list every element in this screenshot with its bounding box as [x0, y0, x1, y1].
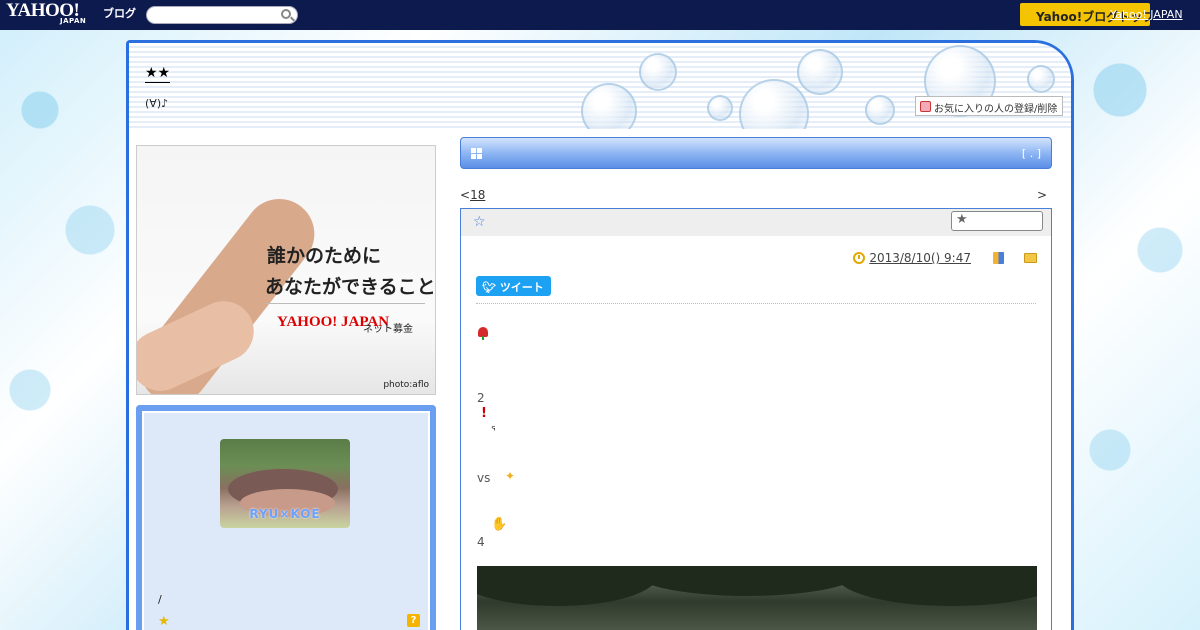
- dotted-divider: [476, 303, 1036, 304]
- charity-ad-banner[interactable]: 誰かのために あなたができること YAHOO! JAPAN ネット募金 phot…: [136, 145, 436, 395]
- article-date-link[interactable]: 2013/8/10() 9:47: [869, 251, 971, 265]
- ad-headline-2: あなたができること: [265, 276, 436, 298]
- blog-frame: ★★ (∀)♪ お気に入りの人の登録/削除 誰かのために あなたができること Y…: [126, 40, 1074, 630]
- swirl-icon: ᕐ: [491, 424, 496, 437]
- bird-icon: 🐦︎: [482, 281, 496, 294]
- next-article-link[interactable]: >: [1037, 188, 1047, 202]
- section-header-bar: [ . ]: [460, 137, 1052, 169]
- exclamation-icon: !: [481, 406, 487, 421]
- article-box: ☆ ★ 2013/8/10() 9:47 🐦︎ ツイート 2 ! ᕐ vs ✦ …: [460, 208, 1052, 630]
- folder-icon[interactable]: [1024, 253, 1037, 263]
- ad-photo-credit: photo:aflo: [383, 380, 429, 390]
- article-favorite-button[interactable]: ★: [951, 211, 1043, 231]
- tweet-label: ツイート: [499, 281, 544, 294]
- photo-palm: [837, 566, 1037, 606]
- bubble-decoration: [865, 95, 895, 125]
- favorite-register-button[interactable]: お気に入りの人の登録/削除: [915, 96, 1063, 116]
- article-header: ☆ ★: [461, 209, 1051, 236]
- sparkle-icon: ✦: [505, 469, 516, 483]
- bubble-decoration: [1027, 65, 1055, 93]
- profile-text: /: [158, 593, 162, 606]
- photo-palm: [627, 566, 867, 596]
- heart-icon: [920, 101, 931, 112]
- bubble-decoration: [581, 83, 637, 129]
- article-meta: 2013/8/10() 9:47: [853, 251, 1037, 265]
- article-text: vs: [477, 471, 491, 485]
- search-icon[interactable]: [281, 9, 291, 19]
- bubble-decoration: [707, 95, 733, 121]
- blog-title[interactable]: ★★: [145, 65, 171, 83]
- favorite-register-label: お気に入りの人の登録/削除: [934, 104, 1058, 115]
- ad-divider: [265, 303, 425, 304]
- yahoo-logo-japan: JAPAN: [60, 17, 87, 25]
- article-title[interactable]: ☆: [473, 214, 486, 230]
- article-text: 2: [477, 391, 485, 405]
- prev-article-link[interactable]: 18: [470, 188, 485, 202]
- help-icon[interactable]: ?: [407, 614, 420, 627]
- tulip-icon: [478, 327, 488, 340]
- profile-photo-caption: RYU×KOE: [249, 507, 321, 521]
- article-text: 4: [477, 535, 485, 549]
- bubble-decoration: [639, 53, 677, 91]
- bubble-decoration: [739, 79, 809, 129]
- blog-subtitle: (∀)♪: [145, 97, 169, 110]
- tweet-button[interactable]: 🐦︎ ツイート: [476, 276, 551, 296]
- section-bracket[interactable]: [ . ]: [1022, 147, 1041, 160]
- grid-icon: [471, 148, 482, 159]
- bubble-decoration: [797, 49, 843, 95]
- clock-icon: [853, 252, 866, 264]
- star-icon[interactable]: ★: [158, 614, 170, 629]
- profile-panel: RYU×KOE / ★ ?: [136, 405, 436, 630]
- blog-logo-label[interactable]: ブログ: [103, 5, 136, 21]
- profile-photo[interactable]: RYU×KOE: [220, 439, 350, 528]
- blog-header: ★★ (∀)♪ お気に入りの人の登録/削除: [129, 43, 1071, 129]
- prev-symbol: <: [460, 188, 471, 202]
- thumbs-up-icon: ✋: [491, 517, 508, 532]
- search-input[interactable]: [146, 6, 298, 24]
- article-photo[interactable]: [477, 566, 1037, 630]
- ad-donation-label: ネット募金: [363, 324, 413, 335]
- star-icon: ★: [956, 212, 968, 227]
- ad-headline-1: 誰かのために: [267, 245, 382, 267]
- prev-article-nav: <18: [460, 188, 485, 202]
- top-bar: YAHOO! JAPAN ブログ Yahoo!ブログトップ Yahoo! JAP…: [0, 0, 1200, 30]
- book-icon[interactable]: [993, 252, 1004, 264]
- yahoo-japan-link[interactable]: Yahoo! JAPAN: [1110, 8, 1183, 21]
